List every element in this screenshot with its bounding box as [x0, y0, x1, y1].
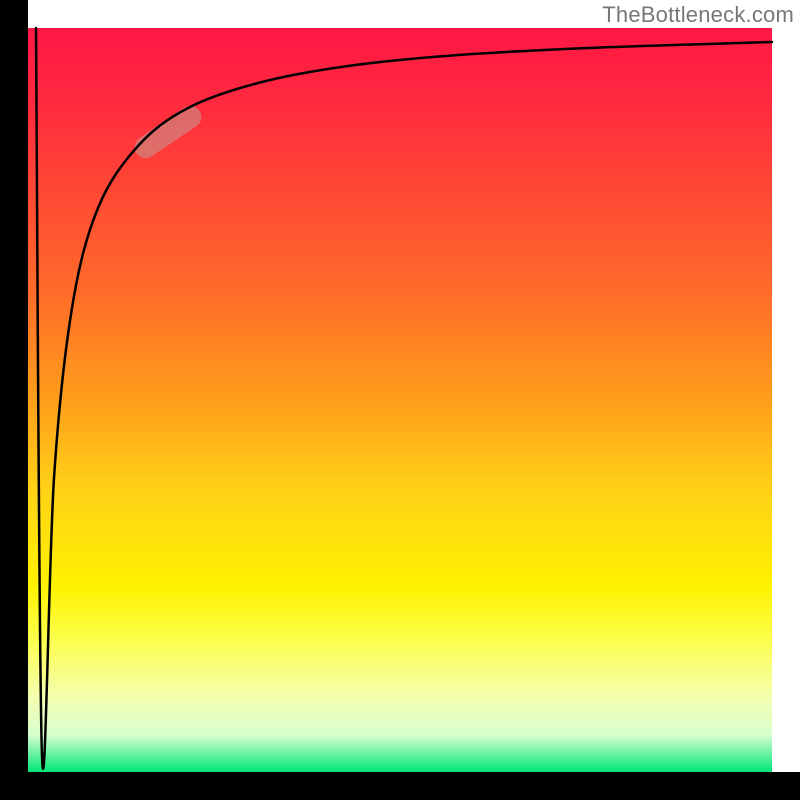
highlight-capsule [130, 102, 205, 163]
bottleneck-plot [0, 0, 800, 800]
plot-area [28, 28, 772, 772]
curve-layer [28, 28, 772, 772]
watermark-text: TheBottleneck.com [602, 2, 794, 28]
